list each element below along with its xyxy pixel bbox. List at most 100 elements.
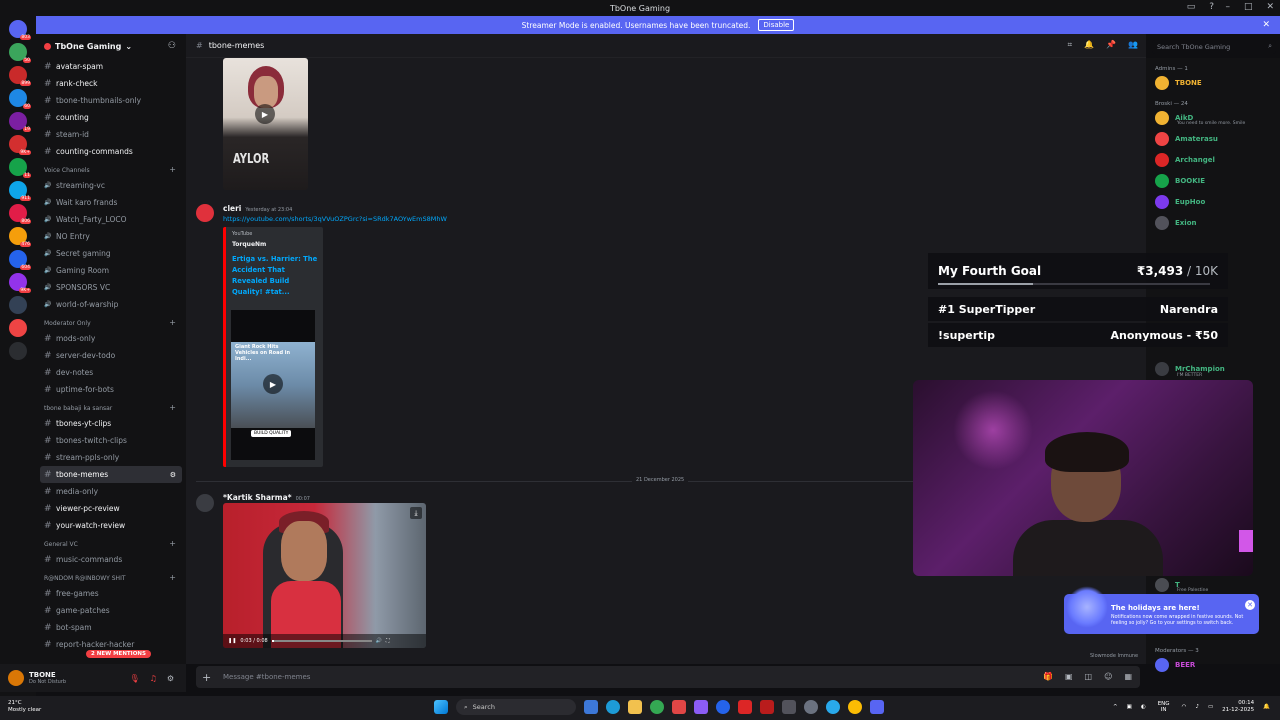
maximize-button[interactable]: □ — [1244, 2, 1253, 12]
member-item[interactable]: Exion — [1146, 212, 1280, 233]
tray-chevron-icon[interactable]: ^ — [1113, 704, 1118, 710]
chrome-icon[interactable] — [650, 700, 664, 714]
close-banner-icon[interactable]: ✕ — [1262, 20, 1270, 30]
edge-icon[interactable] — [606, 700, 620, 714]
channel-item[interactable]: # free-games — [36, 585, 186, 602]
channel-item[interactable]: # stream-ppls-only — [36, 449, 186, 466]
channel-item[interactable]: 🔊 NO Entry — [36, 228, 186, 245]
close-window-button[interactable]: ✕ — [1266, 2, 1274, 12]
pause-icon[interactable]: ❚❚ — [228, 638, 236, 644]
server-icon[interactable]: 19 — [9, 112, 31, 132]
battery-icon[interactable]: ▭ — [1208, 704, 1213, 710]
channel-item[interactable]: 🔊 Secret gaming — [36, 245, 186, 262]
channel-item[interactable]: # tbones-twitch-clips — [36, 432, 186, 449]
server-icon[interactable]: 476 — [9, 227, 31, 247]
search-input[interactable]: Search TbOne Gaming ⌕ — [1152, 40, 1276, 54]
channel-item[interactable]: 🔊 streaming-vc — [36, 177, 186, 194]
member-item[interactable]: Amaterasu — [1146, 128, 1280, 149]
channel-item[interactable]: # avatar-spam — [36, 58, 186, 75]
apps-icon[interactable]: ▦ — [1124, 672, 1132, 681]
channel-item[interactable]: # viewer-pc-review — [36, 500, 186, 517]
volume-icon[interactable]: 🔊 — [376, 638, 382, 644]
app-icon[interactable] — [760, 700, 774, 714]
server-icon[interactable]: 806 — [9, 204, 31, 224]
channel-item[interactable]: 🔊 SPONSORS VC — [36, 279, 186, 296]
category-general[interactable]: General VC + — [36, 534, 186, 551]
channel-item[interactable]: # uptime-for-bots — [36, 381, 186, 398]
category-random[interactable]: R@NDOM R@INBOWY SHIT + — [36, 568, 186, 585]
file-explorer-icon[interactable] — [628, 700, 642, 714]
server-icon[interactable]: 9K+ — [9, 135, 31, 155]
channel-item[interactable]: # mods-only — [36, 330, 186, 347]
play-icon[interactable]: ▶ — [263, 374, 283, 394]
channel-item[interactable]: # counting-commands — [36, 143, 186, 160]
avatar[interactable] — [196, 494, 214, 512]
channel-item[interactable]: # game-patches — [36, 602, 186, 619]
category-voice[interactable]: Voice Channels + — [36, 160, 186, 177]
add-attachment-icon[interactable]: + — [202, 671, 211, 684]
weather-widget[interactable]: 21°C Mostly clear — [8, 700, 41, 714]
play-icon[interactable]: ▶ — [255, 104, 275, 124]
gift-icon[interactable]: 🎁 — [1043, 672, 1053, 681]
channel-item[interactable]: # music-commands — [36, 551, 186, 568]
tray-lang[interactable]: ENG IN — [1155, 701, 1173, 713]
video-attachment[interactable]: ⤓ ❚❚ 0:03 / 0:08 🔊 ⛶ — [223, 503, 426, 648]
server-icon[interactable]: 11 — [9, 158, 31, 178]
server-icon[interactable]: 604 — [9, 250, 31, 270]
author-name[interactable]: *Kartik Sharma* — [223, 493, 292, 502]
channel-item[interactable]: 🔊 Gaming Room — [36, 262, 186, 279]
member-item[interactable]: MrChampion I'M BETTER — [1146, 358, 1280, 379]
emoji-icon[interactable]: ☺ — [1104, 672, 1112, 681]
chrome-icon[interactable] — [848, 700, 862, 714]
message-author[interactable]: cleri Yesterday at 23:04 — [223, 204, 292, 213]
telegram-icon[interactable] — [826, 700, 840, 714]
settings-icon[interactable]: ⚙ — [167, 674, 174, 683]
pin-icon[interactable]: 📌 — [1106, 40, 1116, 50]
channel-item[interactable]: # counting — [36, 109, 186, 126]
discord-icon[interactable] — [870, 700, 884, 714]
add-channel-icon[interactable]: + — [169, 573, 176, 582]
app-icon[interactable] — [738, 700, 752, 714]
channel-item[interactable]: # media-only — [36, 483, 186, 500]
wifi-icon[interactable]: ◠ — [1182, 704, 1187, 710]
category-tbone[interactable]: tbone babaji ka sansar + — [36, 398, 186, 415]
channel-item[interactable]: # dev-notes — [36, 364, 186, 381]
new-mentions-pill[interactable]: 2 NEW MENTIONS — [86, 650, 151, 658]
taskbar-clock[interactable]: 00:14 21-12-2025 — [1222, 700, 1254, 714]
disable-streamer-button[interactable]: Disable — [758, 19, 795, 31]
message-author[interactable]: *Kartik Sharma* 00:07 — [223, 493, 310, 502]
invite-icon[interactable]: ⚇ — [168, 41, 176, 51]
notification-bell-icon[interactable]: 🔔 — [1263, 704, 1270, 710]
sticker-icon[interactable]: ◫ — [1085, 672, 1093, 681]
server-icon[interactable]: 911 — [9, 181, 31, 201]
download-icon[interactable]: ⤓ — [410, 507, 422, 519]
app-icon[interactable] — [782, 700, 796, 714]
channel-item[interactable]: 🔊 Watch_Farty_LOCO — [36, 211, 186, 228]
member-item[interactable]: Archangel — [1146, 149, 1280, 170]
add-channel-icon[interactable]: + — [169, 403, 176, 412]
member-list-icon[interactable]: 👥 — [1128, 40, 1138, 50]
tray-app-icon[interactable]: ◐ — [1141, 704, 1146, 710]
holiday-notification[interactable]: The holidays are here! Notifications now… — [1064, 586, 1259, 634]
message-link[interactable]: https://youtube.com/shorts/3qVVuOZPGrc?s… — [223, 215, 447, 223]
video-progress-bar[interactable] — [271, 640, 372, 642]
deafen-icon[interactable]: ♫ — [150, 674, 157, 683]
tray-app-icon[interactable]: ▣ — [1127, 704, 1132, 710]
minimize-button[interactable]: – — [1225, 2, 1230, 12]
app-icon[interactable] — [694, 700, 708, 714]
app-icon[interactable] — [672, 700, 686, 714]
category-moderator[interactable]: Moderator Only + — [36, 313, 186, 330]
channel-item[interactable]: # tbone-memes ⚙ — [40, 466, 182, 483]
server-icon[interactable] — [9, 319, 27, 337]
channel-item[interactable]: # tbone-thumbnails-only — [36, 92, 186, 109]
embed-thumbnail[interactable]: Giant Rock Hits Vehicles on Road in Indi… — [231, 310, 315, 460]
channel-item[interactable]: # your-watch-review — [36, 517, 186, 534]
add-channel-icon[interactable]: + — [169, 539, 176, 548]
channel-item[interactable]: # bot-spam — [36, 619, 186, 636]
add-server-icon[interactable] — [9, 342, 27, 360]
avatar[interactable] — [8, 670, 24, 686]
taskbar-search[interactable]: ⌕ Search — [456, 699, 576, 715]
member-item[interactable]: TBONE — [1146, 72, 1280, 93]
windows-start-icon[interactable] — [434, 700, 448, 714]
member-item[interactable]: BOOKIE — [1146, 170, 1280, 191]
